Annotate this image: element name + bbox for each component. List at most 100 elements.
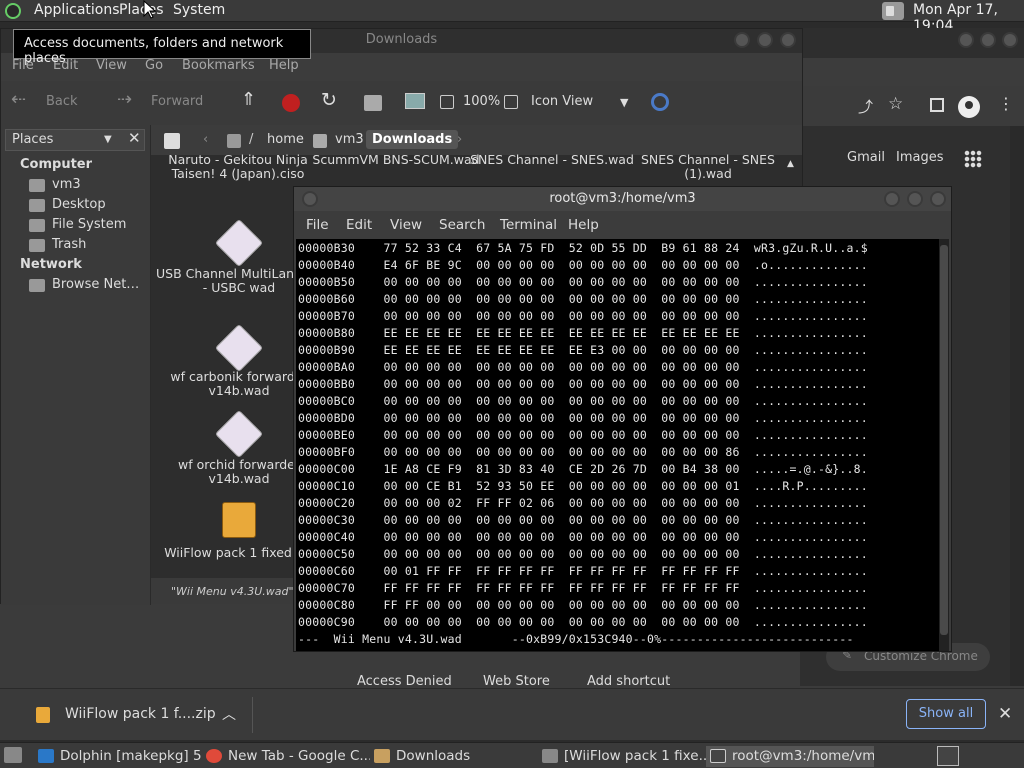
home-icon[interactable] <box>364 95 382 111</box>
shortcut-web-store[interactable]: Web Store <box>483 674 550 689</box>
minimize-button[interactable] <box>884 191 900 207</box>
maximize-button[interactable] <box>980 32 996 48</box>
taskbar-item-chrome[interactable]: New Tab - Google C... <box>202 746 370 767</box>
minimize-button[interactable] <box>734 32 750 48</box>
dropdown-arrow-icon[interactable]: ▼ <box>620 96 628 109</box>
minimize-button[interactable] <box>958 32 974 48</box>
edit-location-icon[interactable] <box>164 133 180 149</box>
show-desktop-icon[interactable] <box>4 747 22 763</box>
path-vm3[interactable]: vm3 <box>335 132 364 147</box>
back-button[interactable]: Back <box>46 94 78 109</box>
profile-avatar[interactable] <box>958 96 980 118</box>
shortcut-add[interactable]: Add shortcut <box>587 674 670 689</box>
distro-logo-icon[interactable] <box>5 3 21 19</box>
chrome-tab[interactable] <box>800 58 1024 86</box>
taskbar-item-wiiflow[interactable]: [WiiFlow pack 1 fixe... <box>538 746 706 767</box>
file-item[interactable]: Naruto - Gekitou Ninja Taisen! 4 (Japan)… <box>153 153 323 181</box>
menu-bookmarks[interactable]: Bookmarks <box>182 58 255 73</box>
places-tooltip: Access documents, folders and network pl… <box>13 29 311 66</box>
taskbar-item-dolphin[interactable]: Dolphin [makepkg] 5... <box>34 746 202 767</box>
close-shelf-icon[interactable]: ✕ <box>998 704 1012 724</box>
menu-view[interactable]: View <box>390 217 422 233</box>
menu-file[interactable]: File <box>306 217 329 233</box>
sidebar-item-browse-network[interactable]: Browse Net… <box>52 277 139 292</box>
hex-row: 00000B30 77 52 33 C4 67 5A 75 FD 52 0D 5… <box>298 241 868 255</box>
trash-icon <box>29 239 45 252</box>
menubar: File Edit View Search Terminal Help <box>294 211 951 239</box>
zoom-level: 100% <box>463 94 501 109</box>
zip-file-icon[interactable] <box>222 502 256 538</box>
sidebar-item-file-system[interactable]: File System <box>52 217 126 232</box>
computer-icon[interactable] <box>405 93 425 109</box>
places-label: Places <box>12 132 54 147</box>
drive-icon[interactable] <box>227 134 241 148</box>
path-downloads[interactable]: Downloads <box>366 130 459 149</box>
menu-help[interactable]: Help <box>269 58 299 73</box>
bookmark-star-icon[interactable]: ☆ <box>888 94 903 114</box>
scrollbar-thumb[interactable] <box>940 245 948 635</box>
menu-search[interactable]: Search <box>439 217 485 233</box>
up-icon[interactable]: ⇑ <box>241 89 256 110</box>
menu-go[interactable]: Go <box>145 58 163 73</box>
sidebar-item-desktop[interactable]: Desktop <box>52 197 106 212</box>
gmail-link[interactable]: Gmail <box>847 150 885 165</box>
forward-arrow-icon[interactable]: ⇢ <box>117 89 132 110</box>
zip-file-icon <box>36 707 50 723</box>
hex-row: 00000BD0 00 00 00 00 00 00 00 00 00 00 0… <box>298 411 868 425</box>
file-item[interactable]: ScummVM BNS-SCUM.wad <box>311 153 481 167</box>
menu-terminal[interactable]: Terminal <box>500 217 557 233</box>
path-right-arrow-icon[interactable]: › <box>457 132 462 147</box>
path-left-arrow-icon[interactable]: ‹ <box>203 132 208 147</box>
menu-kebab-icon[interactable]: ⋮ <box>998 94 1014 113</box>
hex-row: 00000BB0 00 00 00 00 00 00 00 00 00 00 0… <box>298 377 868 391</box>
hex-row: 00000BA0 00 00 00 00 00 00 00 00 00 00 0… <box>298 360 868 374</box>
side-panel-icon[interactable] <box>930 98 944 112</box>
taskbar-item-downloads[interactable]: Downloads <box>370 746 538 767</box>
file-item[interactable]: SNES Channel - SNES (1).wad <box>623 153 793 181</box>
stop-icon[interactable] <box>282 94 300 112</box>
back-arrow-icon[interactable]: ⇠ <box>11 89 26 110</box>
close-button[interactable] <box>1002 32 1018 48</box>
wad-file-icon[interactable] <box>214 218 264 268</box>
applications-menu[interactable]: Applications <box>34 2 120 18</box>
path-home[interactable]: home <box>267 132 304 147</box>
file-item[interactable]: SNES Channel - SNES.wad <box>467 153 637 167</box>
search-icon[interactable] <box>651 93 669 111</box>
chrome-scrollbar[interactable] <box>1010 126 1024 686</box>
window-menu-button[interactable] <box>302 191 318 207</box>
zoom-out-icon[interactable] <box>440 95 454 109</box>
forward-button[interactable]: Forward <box>151 94 203 109</box>
hex-row: 00000C90 00 00 00 00 00 00 00 00 00 00 0… <box>298 615 868 629</box>
menu-edit[interactable]: Edit <box>346 217 372 233</box>
sidebar-item-trash[interactable]: Trash <box>52 237 86 252</box>
wad-file-icon[interactable] <box>214 323 264 373</box>
google-apps-icon[interactable] <box>964 150 982 168</box>
menu-help[interactable]: Help <box>568 217 599 233</box>
hex-row: 00000C10 00 00 CE B1 52 93 50 EE 00 00 0… <box>298 479 868 493</box>
terminal-output[interactable]: 00000B30 77 52 33 C4 67 5A 75 FD 52 0D 5… <box>296 239 939 651</box>
close-button[interactable] <box>780 32 796 48</box>
show-all-button[interactable]: Show all <box>906 699 986 729</box>
maximize-button[interactable] <box>757 32 773 48</box>
download-item[interactable]: WiiFlow pack 1 f....zip <box>65 706 216 722</box>
volume-icon[interactable] <box>882 2 904 20</box>
reload-icon[interactable]: ↻ <box>321 89 337 111</box>
menu-view[interactable]: View <box>96 58 127 73</box>
wad-file-icon[interactable] <box>214 409 264 459</box>
hex-row: 00000C70 FF FF FF FF FF FF FF FF FF FF F… <box>298 581 868 595</box>
taskbar-item-terminal[interactable]: root@vm3:/home/vm3 <box>706 746 874 767</box>
shortcut-access-denied[interactable]: Access Denied <box>357 674 452 689</box>
workspace-switcher-icon[interactable] <box>937 746 959 766</box>
close-button[interactable] <box>930 191 946 207</box>
close-sidebar-icon[interactable]: ✕ <box>128 129 141 147</box>
chevron-up-icon[interactable]: ︿ <box>222 704 236 724</box>
images-link[interactable]: Images <box>896 150 944 165</box>
zoom-in-icon[interactable] <box>504 95 518 109</box>
places-selector[interactable]: Places ▼ <box>5 129 145 151</box>
scroll-up-arrow-icon[interactable]: ▲ <box>787 159 794 169</box>
share-icon[interactable]: ⤴ <box>858 96 873 117</box>
view-mode-select[interactable]: Icon View <box>531 94 593 109</box>
system-menu[interactable]: System <box>173 2 225 18</box>
sidebar-item-vm3[interactable]: vm3 <box>52 177 81 192</box>
maximize-button[interactable] <box>907 191 923 207</box>
